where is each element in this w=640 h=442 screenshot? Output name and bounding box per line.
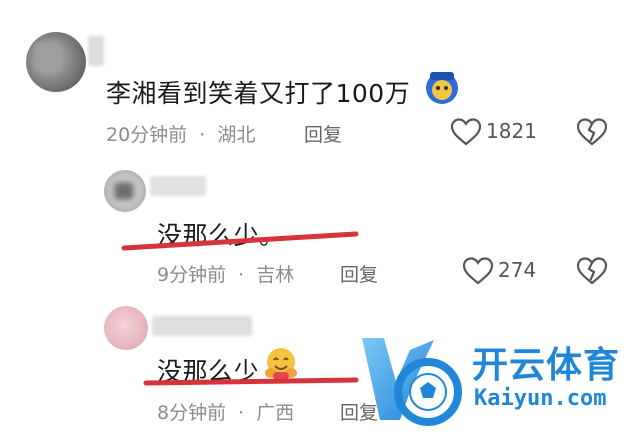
username-masked bbox=[150, 176, 206, 196]
separator: · bbox=[199, 124, 206, 146]
separator: · bbox=[238, 264, 245, 286]
username-masked bbox=[88, 36, 104, 66]
heart-icon[interactable] bbox=[450, 117, 482, 147]
comment-location: 吉林 bbox=[256, 264, 295, 286]
comment-location: 湖北 bbox=[217, 124, 256, 146]
brand-logo: 开云体育 Kaiyun.com bbox=[356, 320, 640, 442]
brand-name: 开云体育 bbox=[472, 345, 621, 386]
highlight-underline bbox=[121, 231, 359, 251]
avatar[interactable] bbox=[26, 32, 86, 92]
comment-time: 8分钟前 bbox=[157, 402, 227, 424]
like-count: 274 bbox=[498, 258, 537, 282]
emoji-icon bbox=[424, 68, 460, 106]
separator: · bbox=[238, 402, 245, 424]
reply-button[interactable]: 回复 bbox=[304, 120, 342, 147]
heart-icon[interactable] bbox=[462, 256, 494, 286]
like-count: 1821 bbox=[486, 119, 537, 143]
avatar[interactable] bbox=[104, 306, 148, 350]
comment-time: 9分钟前 bbox=[157, 264, 227, 286]
comment-text: 李湘看到笑着又打了100万 bbox=[106, 79, 411, 108]
brand-domain: Kaiyun.com bbox=[474, 386, 607, 411]
broken-heart-icon[interactable] bbox=[576, 256, 608, 286]
username-masked bbox=[152, 316, 252, 336]
comment-meta: 9分钟前 · 吉林 bbox=[157, 260, 294, 287]
comment-location: 广西 bbox=[256, 402, 295, 424]
brand-mark-icon bbox=[362, 338, 462, 426]
avatar[interactable] bbox=[104, 170, 146, 212]
highlight-underline bbox=[143, 377, 359, 386]
comment-meta: 8分钟前 · 广西 bbox=[157, 398, 294, 425]
comment-meta: 20分钟前 · 湖北 bbox=[106, 120, 255, 147]
broken-heart-icon[interactable] bbox=[576, 117, 608, 147]
comment-time: 20分钟前 bbox=[106, 124, 188, 146]
reply-button[interactable]: 回复 bbox=[340, 260, 378, 287]
